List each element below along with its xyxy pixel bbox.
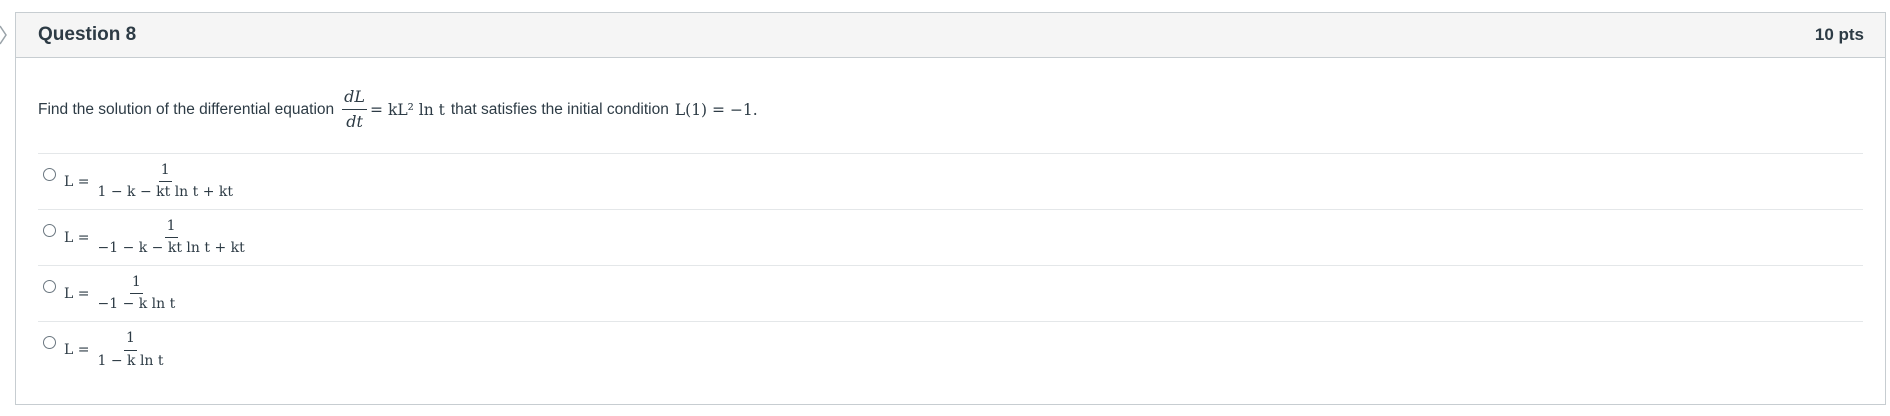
derivative-fraction: dL dt bbox=[342, 88, 368, 131]
answer-lhs: L = bbox=[64, 342, 90, 358]
answer-expression: L = 1 −1 − k ln t bbox=[64, 274, 180, 313]
answer-denominator: 1 − k − kt ln t + kt bbox=[97, 184, 234, 200]
answer-option-2[interactable]: L = 1 −1 − k − kt ln t + kt bbox=[38, 210, 1863, 266]
answer-lhs: L = bbox=[64, 285, 90, 302]
answer-fraction: 1 −1 − k ln t bbox=[95, 274, 177, 313]
question-card: Question 8 10 pts Find the solution of t… bbox=[15, 12, 1886, 405]
radio-button[interactable] bbox=[43, 224, 56, 237]
answer-numerator: 1 bbox=[124, 330, 137, 351]
answer-numerator: 1 bbox=[158, 162, 172, 182]
answer-expression: L = 1 1 − k − kt ln t + kt bbox=[64, 162, 238, 201]
answer-numerator: 1 bbox=[164, 218, 178, 238]
derivative-denominator: dt bbox=[346, 112, 363, 131]
question-points: 10 pts bbox=[1814, 25, 1864, 44]
answer-list: L = 1 1 − k − kt ln t + kt L = 1 −1 − k … bbox=[38, 154, 1863, 378]
answer-lhs: L = bbox=[64, 229, 90, 246]
prompt-text-before: Find the solution of the differential eq… bbox=[38, 100, 335, 118]
answer-denominator: 1 − k ln t bbox=[97, 352, 164, 369]
answer-numerator: 1 bbox=[129, 274, 143, 294]
answer-fraction: 1 1 − k − kt ln t + kt bbox=[95, 162, 235, 201]
prompt-text-middle: that satisfies the initial condition bbox=[450, 100, 669, 118]
answer-expression: L = 1 −1 − k − kt ln t + kt bbox=[64, 218, 250, 257]
question-title: Question 8 bbox=[38, 24, 137, 45]
radio-button[interactable] bbox=[43, 168, 56, 181]
radio-button[interactable] bbox=[43, 280, 56, 293]
initial-condition: L(1) = −1. bbox=[674, 100, 758, 119]
radio-button[interactable] bbox=[43, 336, 56, 349]
question-header: Question 8 10 pts bbox=[16, 13, 1885, 58]
answer-denominator: −1 − k ln t bbox=[97, 296, 176, 312]
answer-lhs: L = bbox=[64, 173, 90, 190]
answer-fraction: 1 1 − k ln t bbox=[95, 330, 165, 369]
answer-option-4[interactable]: L = 1 1 − k ln t bbox=[38, 322, 1863, 378]
question-flag-icon[interactable] bbox=[0, 25, 10, 45]
question-prompt: Find the solution of the differential eq… bbox=[38, 58, 1863, 154]
derivative-numerator: dL bbox=[342, 88, 368, 110]
equation-rhs: = kL² ln t bbox=[370, 100, 445, 119]
answer-option-3[interactable]: L = 1 −1 − k ln t bbox=[38, 266, 1863, 322]
question-body: Find the solution of the differential eq… bbox=[16, 58, 1885, 378]
answer-denominator: −1 − k − kt ln t + kt bbox=[97, 240, 245, 256]
answer-option-1[interactable]: L = 1 1 − k − kt ln t + kt bbox=[38, 154, 1863, 210]
quiz-page: Question 8 10 pts Find the solution of t… bbox=[0, 0, 1890, 416]
answer-fraction: 1 −1 − k − kt ln t + kt bbox=[95, 218, 246, 257]
answer-expression: L = 1 1 − k ln t bbox=[64, 330, 169, 369]
